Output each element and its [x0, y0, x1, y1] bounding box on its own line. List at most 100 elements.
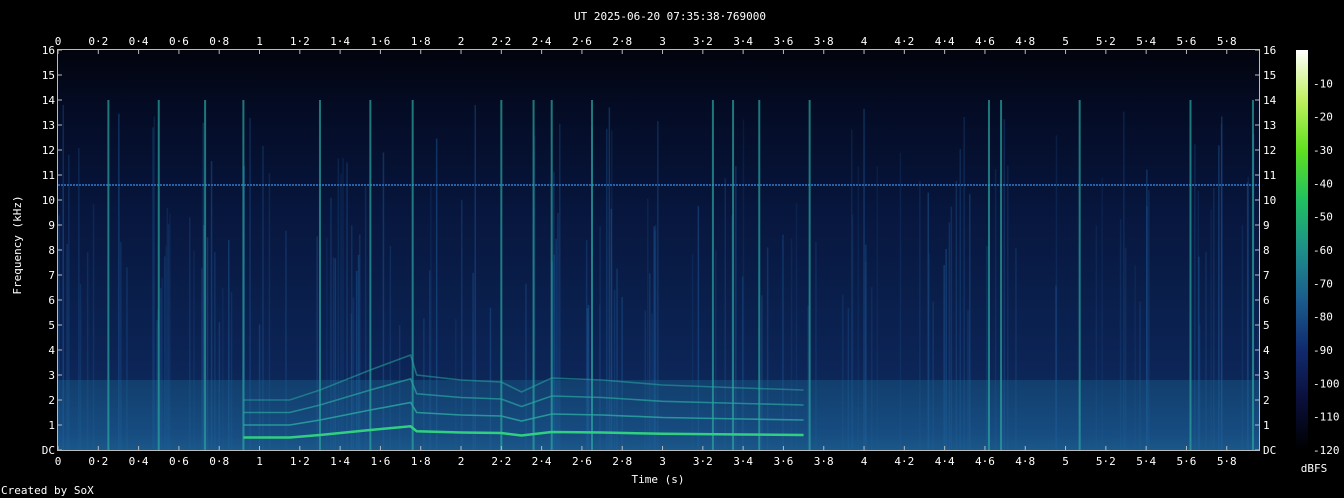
colorbar-tick-label: -10 — [1313, 77, 1333, 90]
chart-title: UT 2025-06-20 07:35:38·769000 — [574, 10, 766, 23]
colorbar-tick-label: -60 — [1313, 244, 1333, 257]
x-tick-label-top: 0 — [55, 35, 62, 48]
x-tick-label-bottom: 2 — [458, 455, 465, 468]
x-tick-label-bottom: 1 — [256, 455, 263, 468]
y-tick-label-left: 3 — [48, 369, 55, 382]
x-tick-label-bottom: 4·4 — [935, 455, 955, 468]
x-tick-label-top: 0·8 — [209, 35, 229, 48]
x-tick-label-top: 5·6 — [1177, 35, 1197, 48]
x-tick-label-top: 4 — [861, 35, 868, 48]
colorbar: -10-20-30-40-50-60-70-80-90-100-110-120 … — [1296, 50, 1340, 475]
y-tick-label-left: 8 — [48, 244, 55, 257]
colorbar-tick-label: -40 — [1313, 177, 1333, 190]
colorbar-strip — [1296, 50, 1308, 450]
y-tick-label-right: 13 — [1263, 119, 1276, 132]
y-tick-label-right: 5 — [1263, 319, 1270, 332]
y-tick-label-right: 10 — [1263, 194, 1276, 207]
x-tick-label-top: 4·4 — [935, 35, 955, 48]
y-tick-label-right: 1 — [1263, 419, 1270, 432]
x-tick-label-top: 0·6 — [169, 35, 189, 48]
y-tick-label-left: 11 — [42, 169, 55, 182]
x-tick-label-bottom: 4 — [861, 455, 868, 468]
y-tick-label-left: 13 — [42, 119, 55, 132]
colorbar-label: dBFS — [1301, 462, 1328, 475]
x-tick-label-bottom: 2·8 — [612, 455, 632, 468]
y-tick-label-right: 11 — [1263, 169, 1276, 182]
y-tick-label-left: DC — [42, 444, 55, 457]
y-tick-label-left: 2 — [48, 394, 55, 407]
y-tick-label-left: 12 — [42, 144, 55, 157]
colorbar-tick-label: -80 — [1313, 311, 1333, 324]
y-tick-label-right: 4 — [1263, 344, 1270, 357]
colorbar-tick-label: -110 — [1313, 411, 1340, 424]
y-tick-label-left: 6 — [48, 294, 55, 307]
x-tick-label-bottom: 5·4 — [1136, 455, 1156, 468]
transient — [107, 100, 110, 450]
colorbar-tick-label: -50 — [1313, 211, 1333, 224]
x-tick-label-top: 0·4 — [129, 35, 149, 48]
x-tick-label-top: 4·6 — [975, 35, 995, 48]
x-tick-label-bottom: 5·8 — [1217, 455, 1237, 468]
x-tick-label-bottom: 0·6 — [169, 455, 189, 468]
y-tick-label-left: 16 — [42, 44, 55, 57]
x-tick-label-bottom: 1·2 — [290, 455, 310, 468]
spectrogram-figure: UT 2025-06-20 07:35:38·769000 0 0·2 0·4 0·6… — [1, 10, 1340, 497]
x-tick-label-bottom: 0·8 — [209, 455, 229, 468]
x-tick-label-top: 2·8 — [612, 35, 632, 48]
transient — [987, 100, 990, 450]
y-tick-label-left: 1 — [48, 419, 55, 432]
transient — [808, 100, 811, 450]
colorbar-tick-label: -20 — [1313, 111, 1333, 124]
y-tick-label-left: 14 — [42, 94, 56, 107]
y-tick-label-right: 3 — [1263, 369, 1270, 382]
y-tick-label-left: 10 — [42, 194, 55, 207]
x-tick-label-bottom: 1·8 — [411, 455, 431, 468]
x-tick-label-top: 2·6 — [572, 35, 592, 48]
x-tick-label-bottom: 2·2 — [491, 455, 511, 468]
x-tick-label-bottom: 4·2 — [894, 455, 914, 468]
transient — [758, 100, 761, 450]
x-tick-label-top: 5·2 — [1096, 35, 1116, 48]
x-tick-label-bottom: 4·6 — [975, 455, 995, 468]
y-tick-label-right: 8 — [1263, 244, 1270, 257]
y-tick-label-left: 9 — [48, 219, 55, 232]
transient — [204, 100, 207, 450]
x-tick-label-top: 2·2 — [491, 35, 511, 48]
y-tick-label-right: 6 — [1263, 294, 1270, 307]
y-tick-label-right: 14 — [1263, 94, 1277, 107]
transient — [532, 100, 535, 450]
colorbar-tick-label: -120 — [1313, 444, 1340, 457]
transient — [500, 100, 503, 450]
transient — [550, 100, 553, 450]
colorbar-tick-label: -100 — [1313, 377, 1340, 390]
colorbar-tick-label: -90 — [1313, 344, 1333, 357]
transient — [411, 100, 414, 450]
x-tick-label-bottom: 3·2 — [693, 455, 713, 468]
y-tick-label-left: 4 — [48, 344, 55, 357]
x-tick-label-bottom: 1·6 — [370, 455, 390, 468]
x-tick-label-bottom: 5 — [1062, 455, 1069, 468]
x-tick-label-top: 3·6 — [773, 35, 793, 48]
footer-credit: Created by SoX — [1, 484, 94, 497]
y-tick-label-right: 9 — [1263, 219, 1270, 232]
plot-area — [57, 49, 1260, 451]
x-tick-label-top: 1·2 — [290, 35, 310, 48]
transient — [1078, 100, 1081, 450]
transient — [369, 100, 372, 450]
x-tick-label-top: 2 — [458, 35, 465, 48]
transient — [1189, 100, 1192, 450]
x-tick-label-bottom: 0 — [55, 455, 62, 468]
x-tick-label-bottom: 0·2 — [88, 455, 108, 468]
transient — [318, 100, 321, 450]
x-tick-label-top: 3·2 — [693, 35, 713, 48]
colorbar-tick-label: -30 — [1313, 144, 1333, 157]
y-tick-label-right: 15 — [1263, 69, 1276, 82]
y-tick-label-right: 2 — [1263, 394, 1270, 407]
transient — [1000, 100, 1003, 450]
x-tick-label-bottom: 0·4 — [129, 455, 149, 468]
x-tick-label-top: 1·4 — [330, 35, 350, 48]
y-tick-label-right: 7 — [1263, 269, 1270, 282]
colorbar-ticks: -10 -20 -30 -40 -50 -60 -70 -80 -90 -100 -110 -120 — [1313, 77, 1340, 457]
transient — [1251, 100, 1254, 450]
x-tick-label-top: 3 — [659, 35, 666, 48]
